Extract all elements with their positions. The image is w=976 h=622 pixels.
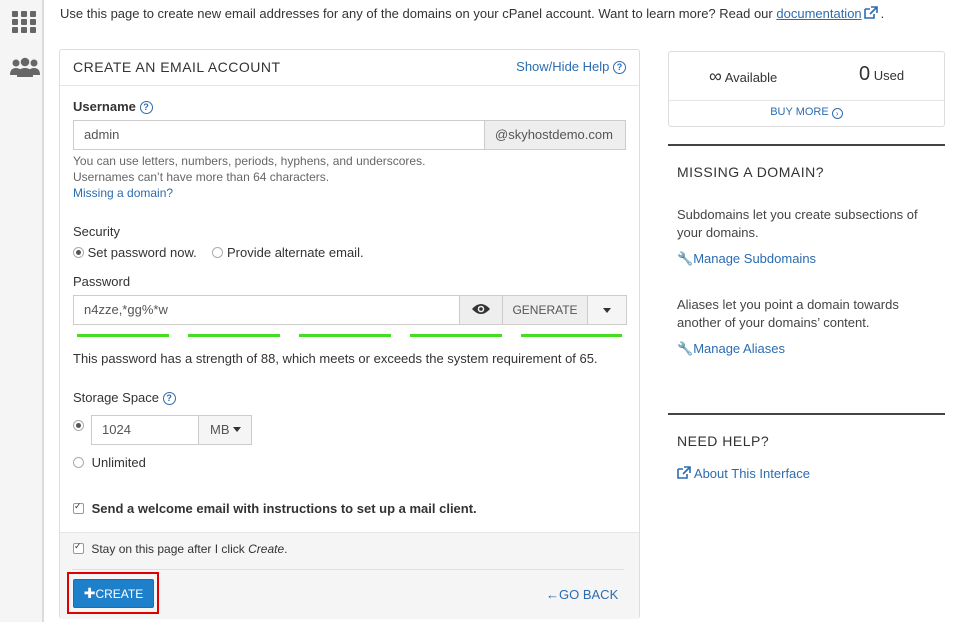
intro-text: Use this page to create new email addres…	[60, 6, 884, 21]
caret-down-icon	[603, 308, 611, 313]
strength-segment-3	[299, 334, 391, 337]
storage-unit-dropdown[interactable]: MB	[199, 415, 252, 445]
subdomains-text: Subdomains let you create subsections of…	[677, 207, 918, 240]
storage-quota-radio[interactable]	[73, 420, 84, 431]
security-label: Security	[73, 224, 120, 239]
username-help-line-2: Usernames can’t have more than 64 charac…	[73, 170, 330, 184]
plus-icon: ✚	[83, 585, 96, 601]
alternate-email-radio[interactable]: Provide alternate email.	[212, 245, 364, 260]
stats-divider	[669, 100, 944, 101]
available-label: Available	[724, 70, 778, 85]
username-label: Username ?	[73, 99, 153, 114]
username-label-text: Username	[73, 99, 136, 114]
storage-input-group: 1024 MB	[91, 415, 252, 445]
panel-title: CREATE AN EMAIL ACCOUNT	[73, 59, 281, 75]
welcome-email-checkbox[interactable]: Send a welcome email with instructions t…	[73, 501, 477, 516]
show-hide-help-link[interactable]: Show/Hide Help ?	[516, 59, 626, 74]
checkbox-checked-icon	[73, 501, 84, 514]
stay-on-page-emphasis: Create	[248, 542, 285, 556]
unlimited-radio[interactable]: Unlimited	[73, 455, 146, 470]
external-link-icon	[863, 6, 878, 19]
users-group-icon[interactable]	[9, 57, 41, 80]
missing-domain-link[interactable]: Missing a domain?	[73, 186, 173, 200]
about-interface-link[interactable]: About This Interface	[677, 466, 810, 481]
manage-subdomains-label: Manage Subdomains	[693, 251, 817, 266]
aliases-text: Aliases let you point a domain towards a…	[677, 297, 899, 330]
domain-addon[interactable]: @skyhostdemo.com	[485, 120, 626, 150]
username-input[interactable]: admin	[73, 120, 485, 150]
set-password-radio[interactable]: Set password now.	[73, 245, 197, 260]
arrow-circle-right-icon: ›	[831, 108, 843, 119]
go-back-label: GO BACK	[559, 587, 619, 602]
need-help-heading: NEED HELP?	[677, 433, 770, 449]
username-help-line-1: You can use letters, numbers, periods, h…	[73, 154, 426, 168]
need-help-rule	[668, 413, 945, 415]
strength-segment-2	[188, 334, 280, 337]
go-back-link[interactable]: ←GO BACK	[546, 587, 618, 602]
apps-grid-icon[interactable]	[12, 11, 36, 36]
intro-suffix: .	[880, 6, 885, 21]
unlimited-label: Unlimited	[91, 455, 146, 470]
strength-segment-5	[521, 334, 622, 337]
intro-sentence: Use this page to create new email addres…	[60, 6, 773, 21]
used-label: Used	[873, 68, 905, 83]
storage-input[interactable]: 1024	[91, 415, 199, 445]
password-input[interactable]: n4zze,*gg%*w	[73, 295, 460, 325]
radio-unselected-icon	[73, 457, 84, 468]
missing-domain-rule	[668, 144, 945, 146]
checkbox-checked-icon	[73, 541, 84, 554]
create-button[interactable]: ✚CREATE	[73, 579, 154, 608]
buy-more-label: BUY MORE	[770, 106, 829, 118]
used-value: 0	[859, 63, 871, 85]
strength-segment-1	[77, 334, 169, 337]
password-label: Password	[73, 274, 131, 289]
wrench-icon: 🔧	[677, 251, 694, 266]
strength-segment-4	[410, 334, 502, 337]
wrench-icon: 🔧	[677, 341, 694, 356]
stay-on-page-checkbox[interactable]: Stay on this page after I click Create.	[73, 541, 288, 556]
security-options: Set password now. Provide alternate emai…	[73, 245, 364, 260]
documentation-link-label: documentation	[776, 6, 862, 21]
panel-header: CREATE AN EMAIL ACCOUNT Show/Hide Help ?	[60, 50, 639, 86]
left-rail	[0, 0, 44, 622]
alternate-email-label: Provide alternate email.	[227, 245, 364, 260]
generate-button[interactable]: GENERATE	[503, 295, 588, 325]
documentation-link[interactable]: documentation	[776, 6, 878, 21]
storage-unit-label: MB	[210, 422, 230, 437]
stay-on-page-suffix: .	[284, 542, 288, 556]
external-link-icon	[677, 466, 691, 479]
about-interface-label: About This Interface	[693, 466, 811, 481]
generate-options-dropdown[interactable]	[588, 295, 627, 325]
username-help-icon[interactable]: ?	[139, 101, 153, 114]
storage-label-text: Storage Space	[73, 390, 160, 405]
manage-subdomains-link[interactable]: 🔧Manage Subdomains	[677, 251, 816, 267]
account-stats: ∞ Available 0 Used BUY MORE ›	[668, 51, 945, 127]
username-help: You can use letters, numbers, periods, h…	[73, 153, 425, 201]
password-strength-text: This password has a strength of 88, whic…	[73, 351, 598, 366]
manage-aliases-link[interactable]: 🔧Manage Aliases	[677, 341, 785, 357]
used-stat: 0 Used	[859, 63, 904, 86]
stay-on-page-label: Stay on this page after I click	[91, 542, 245, 556]
question-circle-icon: ?	[613, 61, 626, 74]
password-input-group: n4zze,*gg%*w GENERATE	[73, 295, 627, 325]
caret-down-icon	[233, 427, 242, 432]
username-input-group: admin @skyhostdemo.com	[73, 120, 626, 150]
show-hide-help-label: Show/Hide Help	[516, 59, 610, 74]
storage-help-icon[interactable]: ?	[162, 392, 176, 405]
missing-domain-heading: MISSING A DOMAIN?	[677, 164, 824, 180]
welcome-email-label: Send a welcome email with instructions t…	[91, 501, 477, 516]
available-stat: ∞ Available	[709, 66, 777, 87]
radio-unselected-icon	[212, 247, 224, 258]
radio-selected-icon	[73, 247, 84, 258]
show-password-button[interactable]	[460, 295, 503, 325]
create-button-label: CREATE	[95, 587, 144, 601]
footer-divider	[72, 569, 624, 570]
manage-aliases-label: Manage Aliases	[693, 341, 785, 356]
storage-label: Storage Space ?	[73, 390, 176, 405]
eye-icon	[472, 304, 490, 314]
set-password-label: Set password now.	[87, 245, 197, 260]
buy-more-link[interactable]: BUY MORE ›	[669, 106, 944, 119]
arrow-left-icon: ←	[546, 587, 559, 602]
available-value: ∞	[709, 66, 722, 86]
